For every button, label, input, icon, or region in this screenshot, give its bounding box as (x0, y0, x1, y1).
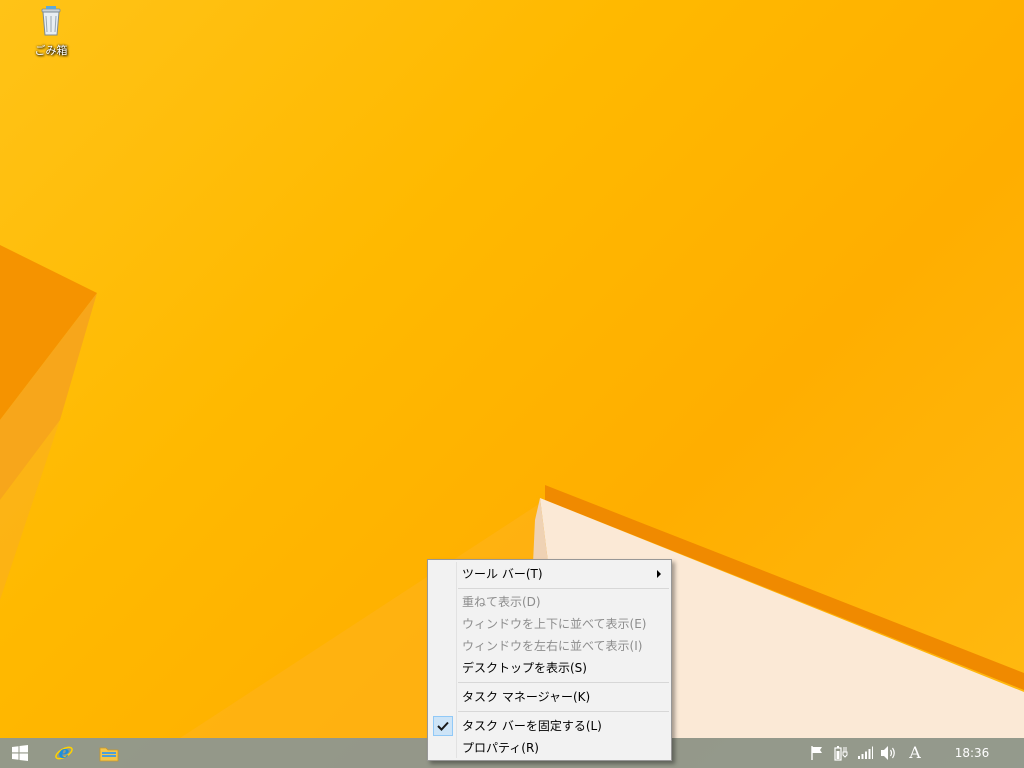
recycle-bin-icon (41, 6, 61, 36)
network-button[interactable] (856, 744, 874, 762)
menu-item-label: タスク マネージャー(K) (462, 690, 591, 704)
menu-item-properties[interactable]: プロパティ(R) (430, 737, 669, 759)
file-explorer-icon (99, 747, 119, 762)
menu-item-toolbars[interactable]: ツール バー(T) (430, 563, 669, 585)
start-button[interactable] (0, 738, 40, 768)
menu-item-label: タスク バーを固定する(L) (462, 719, 602, 733)
menu-item-task-manager[interactable]: タスク マネージャー(K) (430, 686, 669, 708)
power-battery-icon (834, 746, 848, 761)
network-signal-icon (858, 746, 873, 759)
menu-item-show-desktop[interactable]: デスクトップを表示(S) (430, 657, 669, 679)
ime-mode-indicator[interactable]: A (906, 742, 924, 764)
menu-item-label: ツール バー(T) (462, 567, 543, 581)
action-center-flag-icon (811, 746, 822, 760)
menu-item-label: 重ねて表示(D) (462, 595, 541, 609)
menu-item-stack-windows[interactable]: ウィンドウを上下に並べて表示(E) (430, 613, 669, 635)
recycle-bin-shortcut[interactable]: ごみ箱 (22, 4, 80, 58)
menu-item-label: プロパティ(R) (462, 741, 539, 755)
taskbar-clock[interactable]: 18:36 (948, 738, 996, 768)
menu-item-lock-taskbar[interactable]: タスク バーを固定する(L) (430, 715, 669, 737)
menu-separator (458, 711, 669, 712)
action-center-button[interactable] (808, 744, 826, 762)
svg-text:e: e (59, 743, 70, 763)
windows-start-icon (12, 745, 28, 761)
volume-button[interactable] (879, 744, 899, 762)
menu-item-cascade-windows[interactable]: 重ねて表示(D) (430, 591, 669, 613)
menu-separator (458, 682, 669, 683)
power-button[interactable] (832, 744, 850, 762)
file-explorer-button[interactable] (89, 738, 129, 768)
internet-explorer-icon: e (55, 743, 73, 763)
lock-taskbar-checkbox (433, 716, 453, 736)
volume-icon (881, 746, 895, 760)
menu-item-label: ウィンドウを上下に並べて表示(E) (462, 617, 647, 631)
internet-explorer-button[interactable]: e (44, 738, 84, 768)
menu-item-side-by-side-windows[interactable]: ウィンドウを左右に並べて表示(I) (430, 635, 669, 657)
submenu-arrow-icon (657, 570, 661, 578)
checkmark-icon (437, 721, 449, 731)
taskbar-context-menu: ツール バー(T) 重ねて表示(D) ウィンドウを上下に並べて表示(E) ウィン… (427, 559, 672, 761)
menu-separator (458, 588, 669, 589)
recycle-bin-label: ごみ箱 (34, 44, 68, 57)
desktop[interactable]: ごみ箱 e A 18:36 ツール バー(T) 重ねて表示(D) ウィンドウを上… (0, 0, 1024, 768)
menu-item-label: デスクトップを表示(S) (462, 661, 587, 675)
menu-item-label: ウィンドウを左右に並べて表示(I) (462, 639, 643, 653)
